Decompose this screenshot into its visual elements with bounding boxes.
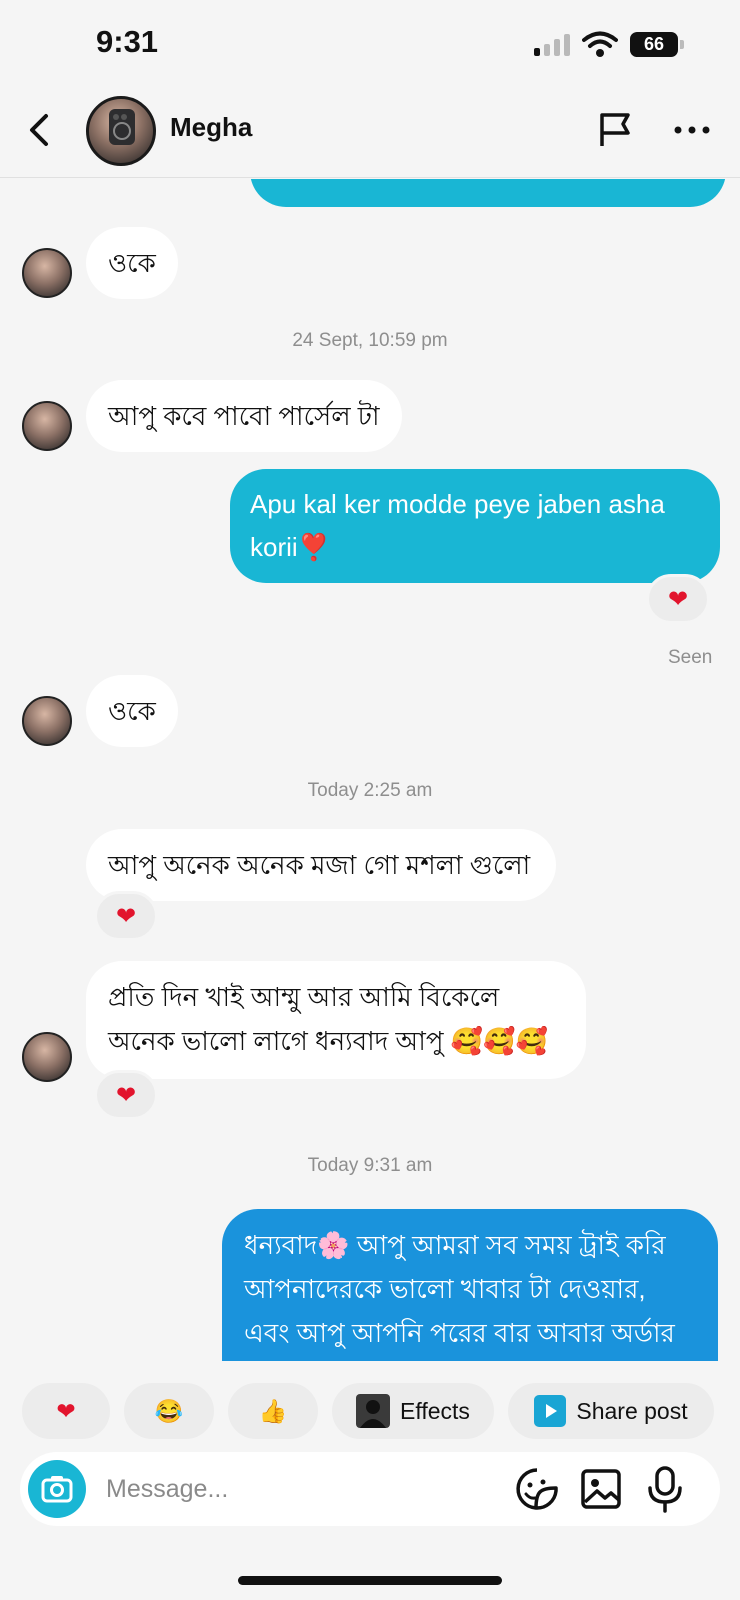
back-button[interactable] <box>22 108 58 152</box>
chat-header: Megha <box>0 88 740 178</box>
outgoing-message[interactable]: Apu kal ker modde peye jaben asha korii❣… <box>230 469 720 583</box>
quick-thumbs-up-button[interactable]: 👍 <box>228 1383 318 1439</box>
timestamp: Today 2:25 am <box>307 780 433 801</box>
sender-avatar[interactable] <box>22 401 72 451</box>
quick-reactions-bar: ❤ 😂 👍 Effects Share post <box>0 1361 740 1451</box>
battery-icon: 66 <box>630 32 684 57</box>
incoming-message[interactable]: আপু কবে পাবো পার্সেল টা <box>86 380 402 452</box>
heart-icon: ❤ <box>56 1397 76 1424</box>
camera-icon <box>41 1476 73 1503</box>
image-icon <box>581 1469 621 1509</box>
quick-laugh-button[interactable]: 😂 <box>124 1383 214 1439</box>
gallery-button[interactable] <box>578 1466 624 1512</box>
timestamp: 24 Sept, 10:59 pm <box>292 330 448 351</box>
microphone-button[interactable] <box>642 1464 688 1514</box>
message-thread[interactable]: ওকে 24 Sept, 10:59 pm আপু কবে পাবো পার্স… <box>0 179 740 1361</box>
incoming-message[interactable]: প্রতি দিন খাই আম্মু আর আমি বিকেলে অনেক ভ… <box>86 961 586 1079</box>
sender-avatar[interactable] <box>22 696 72 746</box>
message-input[interactable] <box>106 1464 486 1514</box>
message-reaction[interactable]: ❤ <box>646 574 710 624</box>
message-reaction[interactable]: ❤ <box>94 1070 158 1120</box>
message-composer <box>20 1452 720 1526</box>
quick-heart-button[interactable]: ❤ <box>22 1383 110 1439</box>
outgoing-message[interactable]: ধন্যবাদ🌸 আপু আমরা সব সময় ট্রাই করি আপনা… <box>222 1209 718 1361</box>
laughing-emoji-icon: 😂 <box>154 1397 184 1424</box>
seen-status: Seen <box>668 647 713 668</box>
contact-avatar[interactable] <box>86 96 156 166</box>
status-bar: 9:31 66 <box>0 0 740 88</box>
sticker-icon <box>516 1468 558 1510</box>
incoming-message[interactable]: আপু অনেক অনেক মজা গো মশলা গুলো <box>86 829 556 901</box>
effects-icon <box>356 1394 391 1428</box>
home-indicator <box>238 1576 502 1585</box>
timestamp: Today 9:31 am <box>307 1155 433 1176</box>
effects-button[interactable]: Effects <box>332 1383 494 1439</box>
incoming-message[interactable]: ওকে <box>86 675 178 747</box>
sender-avatar[interactable] <box>22 1032 72 1082</box>
cellular-signal-icon <box>534 34 572 56</box>
incoming-message[interactable]: ওকে <box>86 227 178 299</box>
more-options-button[interactable] <box>672 110 712 150</box>
contact-name[interactable]: Megha <box>170 112 252 143</box>
thumbs-up-icon: 👍 <box>258 1397 288 1424</box>
battery-level: 66 <box>630 32 678 57</box>
share-post-button[interactable]: Share post <box>508 1383 714 1439</box>
previous-outgoing-message[interactable] <box>250 179 726 207</box>
wifi-icon <box>582 30 618 58</box>
share-post-icon <box>534 1395 567 1427</box>
microphone-icon <box>648 1466 682 1513</box>
effects-label: Effects <box>400 1397 470 1424</box>
sticker-button[interactable] <box>514 1466 560 1512</box>
status-time: 9:31 <box>96 24 159 59</box>
sender-avatar[interactable] <box>22 248 72 298</box>
camera-button[interactable] <box>28 1460 86 1518</box>
message-reaction[interactable]: ❤ <box>94 891 158 941</box>
share-post-label: Share post <box>576 1397 688 1424</box>
report-flag-button[interactable] <box>596 110 636 150</box>
